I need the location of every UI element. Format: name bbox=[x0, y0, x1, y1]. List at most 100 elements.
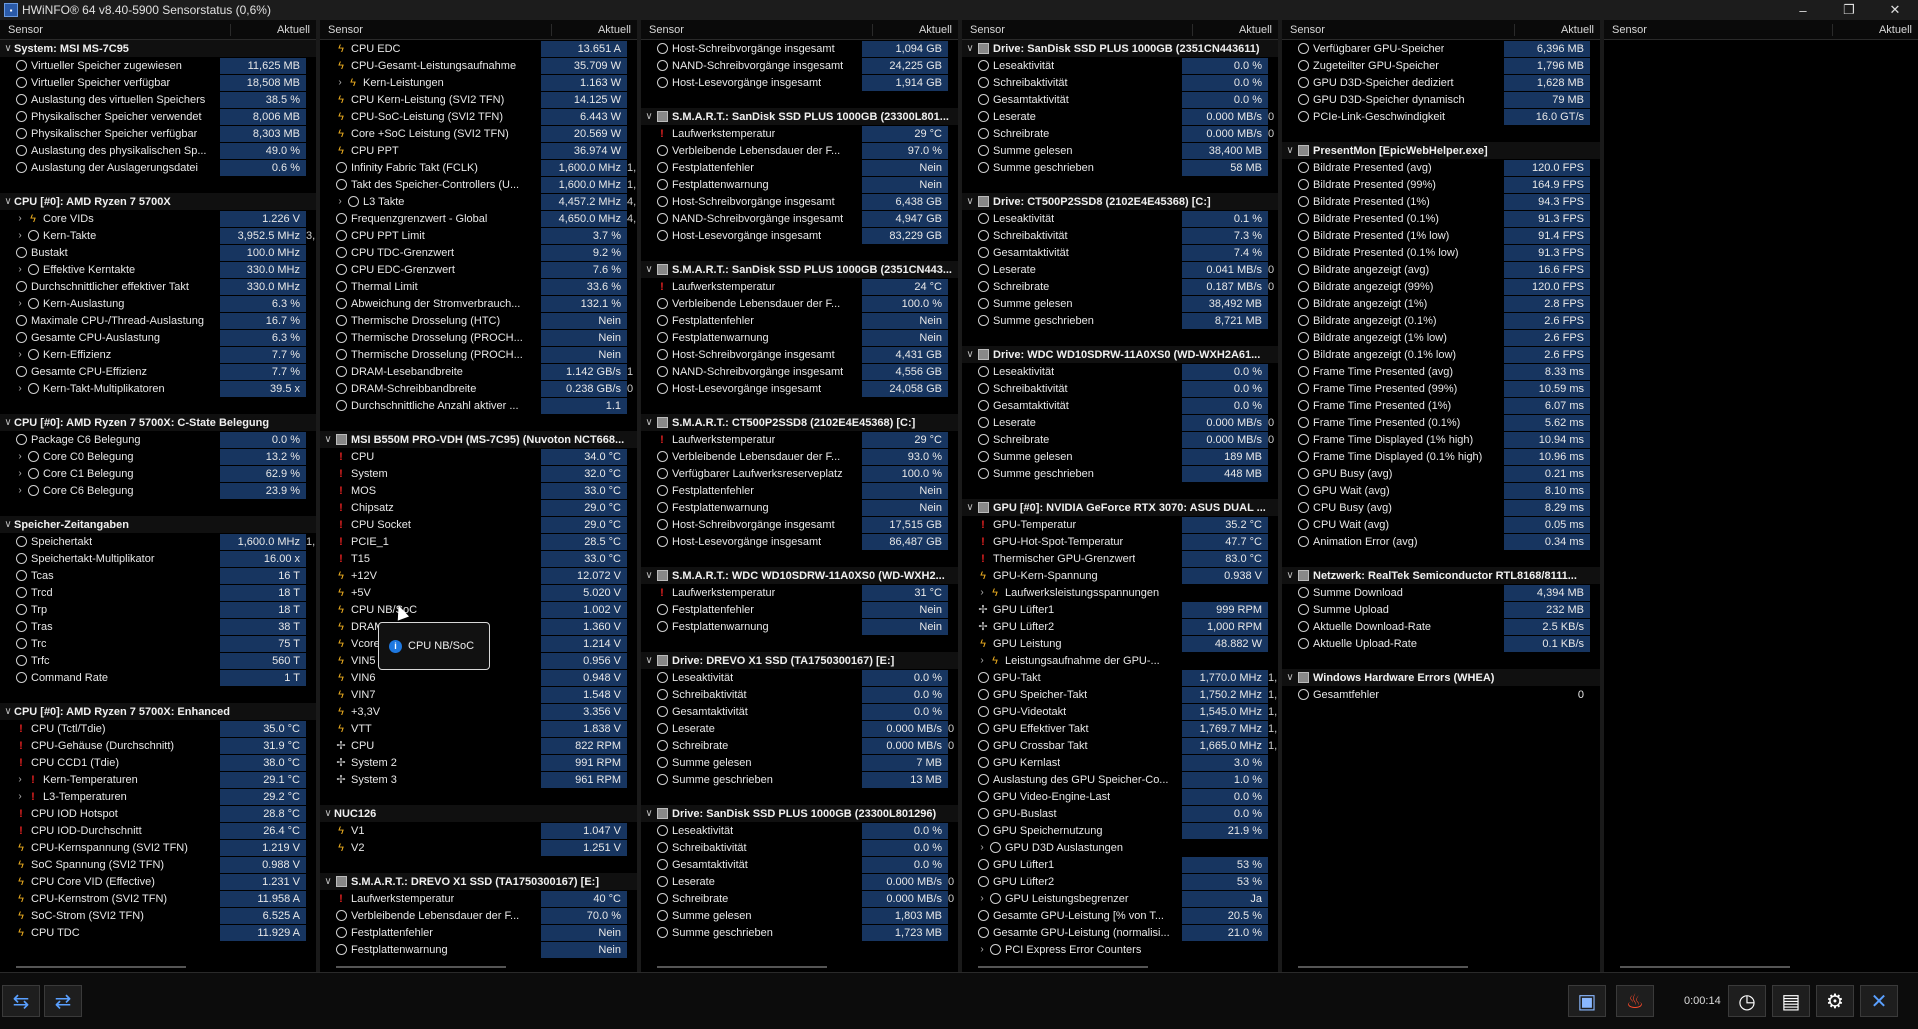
sensor-row[interactable]: ✢ GPU Lüfter2 1,000 RPM bbox=[962, 618, 1278, 635]
sensor-row[interactable]: › GPU D3D Auslastungen bbox=[962, 839, 1278, 856]
sensor-row[interactable]: › Core C1 Belegung 62.9 % bbox=[0, 465, 316, 482]
sensor-row[interactable]: Festplattenwarnung Nein bbox=[320, 941, 637, 958]
chevron-down-icon[interactable]: ∨ bbox=[1284, 672, 1296, 683]
sensor-row[interactable]: ! PCIE_1 28.5 °C bbox=[320, 533, 637, 550]
sensor-row[interactable]: Thermische Drosselung (PROCH... Nein bbox=[320, 329, 637, 346]
log-button[interactable]: ♨ bbox=[1616, 985, 1654, 1017]
sensor-row[interactable]: Aktuelle Download-Rate 2.5 KB/s bbox=[1282, 618, 1600, 635]
sensor-row[interactable]: Gesamtaktivität 0.0 % bbox=[641, 856, 958, 873]
chevron-down-icon[interactable]: ∨ bbox=[964, 502, 976, 513]
sensor-row[interactable]: › ϟ Leistungsaufnahme der GPU-... bbox=[962, 652, 1278, 669]
sensor-row[interactable]: GPU-Buslast 0.0 % bbox=[962, 805, 1278, 822]
sensor-row[interactable]: Schreibrate 0.000 MB/s 0 bbox=[962, 431, 1278, 448]
sensor-row[interactable]: ! CPU 34.0 °C bbox=[320, 448, 637, 465]
sensor-row[interactable]: › Kern-Takte 3,952.5 MHz 3, bbox=[0, 227, 316, 244]
sensor-row[interactable]: NAND-Schreibvorgänge insgesamt 4,947 GB bbox=[641, 210, 958, 227]
chevron-right-icon[interactable]: › bbox=[976, 893, 988, 904]
sensor-row[interactable]: Schreibrate 0.000 MB/s 0 bbox=[962, 125, 1278, 142]
sensor-row[interactable]: Bildrate angezeigt (avg) 16.6 FPS bbox=[1282, 261, 1600, 278]
sensor-row[interactable]: › PCI Express Error Counters bbox=[962, 941, 1278, 958]
sensor-row[interactable]: ! CPU IOD-Durchschnitt 26.4 °C bbox=[0, 822, 316, 839]
chevron-down-icon[interactable]: ∨ bbox=[2, 417, 14, 428]
sensor-row[interactable]: NAND-Schreibvorgänge insgesamt 4,556 GB bbox=[641, 363, 958, 380]
sensor-row[interactable]: ! GPU-Temperatur 35.2 °C bbox=[962, 516, 1278, 533]
sensor-row[interactable]: Thermal Limit 33.6 % bbox=[320, 278, 637, 295]
sensor-group-header[interactable]: ∨ S.M.A.R.T.: CT500P2SSD8 (2102E4E45368) … bbox=[641, 414, 958, 431]
sensor-row[interactable]: › Core C6 Belegung 23.9 % bbox=[0, 482, 316, 499]
chevron-right-icon[interactable]: › bbox=[334, 77, 346, 88]
column-header-current[interactable]: Aktuell bbox=[1832, 23, 1918, 36]
sensor-row[interactable]: ϟ CPU PPT 36.974 W bbox=[320, 142, 637, 159]
sensor-row[interactable]: Festplattenfehler Nein bbox=[641, 601, 958, 618]
sensor-group-header[interactable]: ∨ Windows Hardware Errors (WHEA) bbox=[1282, 669, 1600, 686]
sensor-row[interactable]: Festplattenfehler Nein bbox=[641, 312, 958, 329]
sensor-row[interactable]: GPU-Takt 1,770.0 MHz 1, bbox=[962, 669, 1278, 686]
sensor-row[interactable]: GPU Kernlast 3.0 % bbox=[962, 754, 1278, 771]
chevron-right-icon[interactable]: › bbox=[14, 230, 26, 241]
sensor-row[interactable]: Summe gelesen 7 MB bbox=[641, 754, 958, 771]
sensor-group-header[interactable]: ∨ GPU [#0]: NVIDIA GeForce RTX 3070: ASUS… bbox=[962, 499, 1278, 516]
sensor-row[interactable]: ! Chipsatz 29.0 °C bbox=[320, 499, 637, 516]
sensor-row[interactable]: ! Laufwerkstemperatur 40 °C bbox=[320, 890, 637, 907]
sensor-row[interactable]: ϟ CPU TDC 11.929 A bbox=[0, 924, 316, 941]
sensor-row[interactable]: GPU Video-Engine-Last 0.0 % bbox=[962, 788, 1278, 805]
sensor-row[interactable]: Trp 18 T bbox=[0, 601, 316, 618]
chevron-down-icon[interactable]: ∨ bbox=[643, 264, 655, 275]
chevron-down-icon[interactable]: ∨ bbox=[964, 196, 976, 207]
sensor-row[interactable]: Trcd 18 T bbox=[0, 584, 316, 601]
sensor-group-header[interactable]: ∨ S.M.A.R.T.: SanDisk SSD PLUS 1000GB (23… bbox=[641, 108, 958, 125]
collapse-left-button[interactable]: ⇆ bbox=[2, 985, 40, 1017]
sensor-group-header[interactable]: ∨ CPU [#0]: AMD Ryzen 7 5700X: Enhanced bbox=[0, 703, 316, 720]
sensor-group-header[interactable]: ∨ S.M.A.R.T.: WDC WD10SDRW-11A0XS0 (WD-WX… bbox=[641, 567, 958, 584]
sensor-row[interactable]: Schreibrate 0.000 MB/s 0 bbox=[641, 890, 958, 907]
sensor-row[interactable]: ✢ CPU 822 RPM bbox=[320, 737, 637, 754]
panel-header[interactable]: Sensor Aktuell bbox=[641, 20, 958, 40]
sensor-row[interactable]: › Kern-Takt-Multiplikatoren 39.5 x bbox=[0, 380, 316, 397]
sensor-row[interactable]: ϟ CPU Core VID (Effective) 1.231 V bbox=[0, 873, 316, 890]
sensor-row[interactable]: ! Laufwerkstemperatur 29 °C bbox=[641, 431, 958, 448]
sensor-row[interactable]: Frame Time Displayed (0.1% high) 10.96 ms bbox=[1282, 448, 1600, 465]
sensor-row[interactable]: Gesamtaktivität 0.0 % bbox=[962, 397, 1278, 414]
sensor-row[interactable]: Gesamte GPU-Leistung (normalisi... 21.0 % bbox=[962, 924, 1278, 941]
horizontal-scrollbar[interactable] bbox=[978, 966, 1148, 968]
sensor-row[interactable]: › Effektive Kerntakte 330.0 MHz bbox=[0, 261, 316, 278]
reset-clock-button[interactable]: ◷ bbox=[1728, 985, 1766, 1017]
chevron-down-icon[interactable]: ∨ bbox=[643, 417, 655, 428]
column-header-current[interactable]: Aktuell bbox=[1514, 23, 1600, 36]
sensor-group-header[interactable]: ∨ Speicher-Zeitangaben bbox=[0, 516, 316, 533]
sensor-row[interactable]: Verbleibende Lebensdauer der F... 100.0 % bbox=[641, 295, 958, 312]
chevron-right-icon[interactable]: › bbox=[14, 451, 26, 462]
chevron-down-icon[interactable]: ∨ bbox=[643, 808, 655, 819]
sensor-row[interactable]: › Kern-Effizienz 7.7 % bbox=[0, 346, 316, 363]
sensor-group-header[interactable]: ∨ PresentMon [EpicWebHelper.exe] bbox=[1282, 142, 1600, 159]
sensor-row[interactable]: ! CPU (Tctl/Tdie) 35.0 °C bbox=[0, 720, 316, 737]
sensor-row[interactable]: Thermische Drosselung (PROCH... Nein bbox=[320, 346, 637, 363]
sensor-row[interactable]: ϟ CPU Kern-Leistung (SVI2 TFN) 14.125 W bbox=[320, 91, 637, 108]
sensor-row[interactable]: Festplattenwarnung Nein bbox=[641, 618, 958, 635]
sensor-row[interactable]: Host-Lesevorgänge insgesamt 1,914 GB bbox=[641, 74, 958, 91]
sensor-row[interactable]: ϟ +12V 12.072 V bbox=[320, 567, 637, 584]
sensor-row[interactable]: Leserate 0.000 MB/s 0 bbox=[641, 720, 958, 737]
column-header-current[interactable]: Aktuell bbox=[551, 23, 637, 36]
column-header-sensor[interactable]: Sensor bbox=[641, 24, 872, 36]
sensor-row[interactable]: Bildrate Presented (1%) 94.3 FPS bbox=[1282, 193, 1600, 210]
sensor-row[interactable]: Festplattenwarnung Nein bbox=[641, 329, 958, 346]
sensor-row[interactable]: Verfügbarer GPU-Speicher 6,396 MB bbox=[1282, 40, 1600, 57]
sensor-group-header[interactable]: ∨ Drive: SanDisk SSD PLUS 1000GB (23300L8… bbox=[641, 805, 958, 822]
sensor-row[interactable]: Leseaktivität 0.0 % bbox=[962, 363, 1278, 380]
sensor-row[interactable]: Thermische Drosselung (HTC) Nein bbox=[320, 312, 637, 329]
panel-header[interactable]: Sensor Aktuell bbox=[0, 20, 316, 40]
sensor-row[interactable]: Maximale CPU-/Thread-Auslastung 16.7 % bbox=[0, 312, 316, 329]
chevron-right-icon[interactable]: › bbox=[14, 468, 26, 479]
chevron-right-icon[interactable]: › bbox=[14, 485, 26, 496]
sensor-row[interactable]: Zugeteilter GPU-Speicher 1,796 MB bbox=[1282, 57, 1600, 74]
sensor-row[interactable]: Gesamtaktivität 0.0 % bbox=[641, 703, 958, 720]
sensor-row[interactable]: ›! L3-Temperaturen 29.2 °C bbox=[0, 788, 316, 805]
sensor-row[interactable]: Summe geschrieben 8,721 MB bbox=[962, 312, 1278, 329]
sensor-row[interactable]: ϟ V2 1.251 V bbox=[320, 839, 637, 856]
sensor-row[interactable]: Leserate 0.000 MB/s 0 bbox=[641, 873, 958, 890]
sensor-panel[interactable]: Sensor Aktuell ϟ CPU EDC 13.651 Aϟ CPU-Gesamt… bbox=[320, 20, 637, 972]
sensor-row[interactable]: Gesamtfehler 0 bbox=[1282, 686, 1600, 703]
chevron-down-icon[interactable]: ∨ bbox=[2, 519, 14, 530]
chevron-down-icon[interactable]: ∨ bbox=[2, 196, 14, 207]
